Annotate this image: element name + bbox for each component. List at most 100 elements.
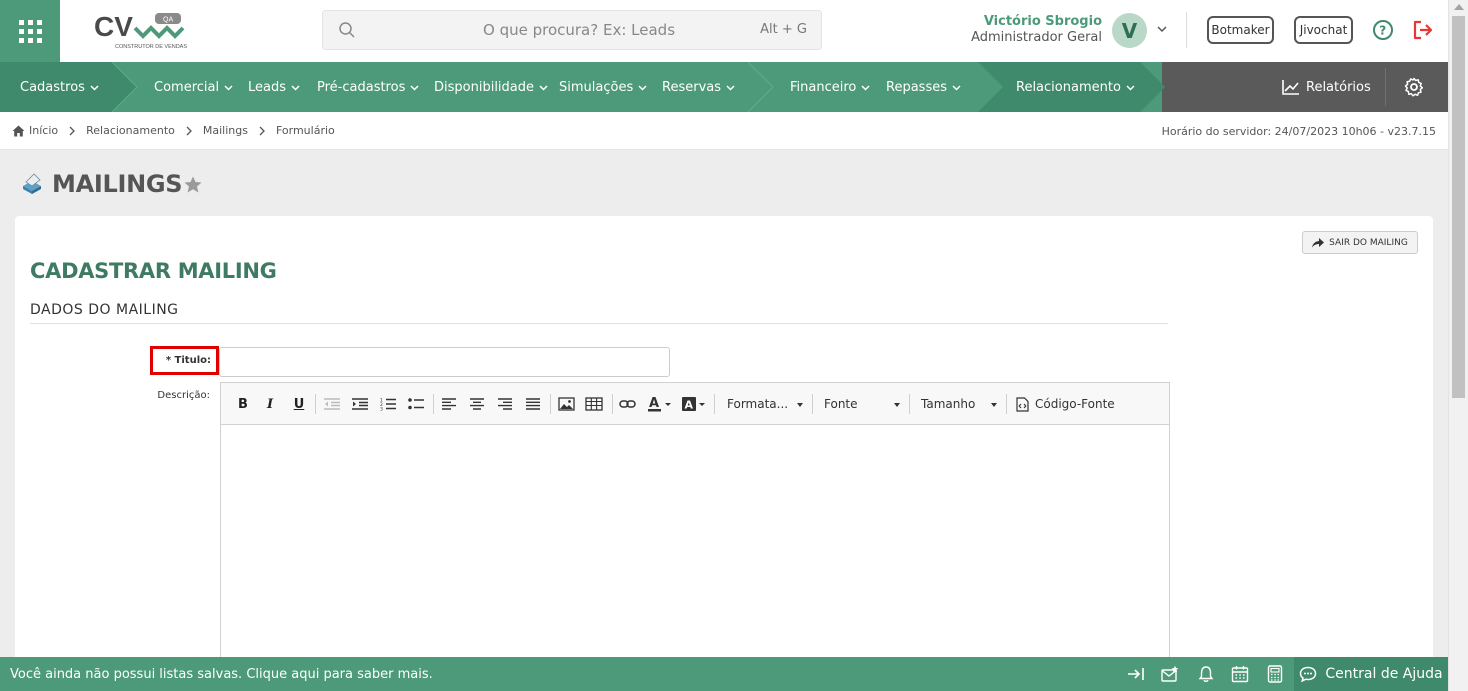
svg-text:3: 3 [380,407,383,413]
link-icon[interactable] [619,394,636,414]
chevron-down-icon [861,84,870,91]
format-dropdown[interactable]: Formata... [727,394,807,414]
chevron-down-icon[interactable] [1155,22,1169,36]
cv-logo[interactable]: CV QA CONSTRUTOR DE VENDAS [93,10,188,52]
nav-item-reservas[interactable]: Reservas [662,62,735,112]
font-dropdown[interactable]: Fonte [824,394,904,414]
svg-text:?: ? [1379,24,1386,38]
nav-item-relacionamento[interactable]: Relacionamento [1016,62,1135,112]
saved-lists-message[interactable]: Você ainda não possui listas salvas. Cli… [10,667,433,682]
bold-button[interactable]: B [235,394,251,414]
gear-icon[interactable] [1404,77,1424,97]
exit-mailing-button[interactable]: SAIR DO MAILING [1302,231,1418,254]
grid-icon [18,19,42,43]
apps-menu-button[interactable] [0,0,60,62]
chat-icon [1300,666,1317,682]
underline-button[interactable]: U [291,394,307,414]
search-shortcut: Alt + G [760,22,807,37]
divider [315,394,316,414]
nav-item-disponibilidade[interactable]: Disponibilidade [434,62,548,112]
divider [1186,12,1187,48]
breadcrumb-mailings[interactable]: Mailings [203,124,248,137]
italic-button[interactable]: I [263,394,277,414]
breadcrumb-formulario: Formulário [275,124,335,137]
section-title: DADOS DO MAILING [30,302,179,318]
indent-icon[interactable] [351,394,369,414]
page-scrollbar[interactable] [1448,0,1468,691]
svg-text:CONSTRUTOR DE VENDAS: CONSTRUTOR DE VENDAS [115,44,187,50]
calculator-icon[interactable] [1266,665,1284,683]
global-search[interactable]: O que procura? Ex: Leads Alt + G [322,10,822,50]
align-left-icon[interactable] [441,394,457,414]
form-title: CADASTRAR MAILING [30,259,277,283]
page-title: MAILINGS [52,170,183,198]
nav-item-pre-cadastros[interactable]: Pré-cadastros [317,62,419,112]
search-placeholder: O que procura? Ex: Leads [483,21,676,39]
chevron-down-icon [224,84,233,91]
outdent-icon[interactable] [323,394,341,414]
botmaker-button[interactable]: Botmaker [1207,16,1274,44]
source-code-button[interactable]: Código-Fonte [1016,394,1115,414]
background-color-button[interactable]: A [681,394,707,414]
image-icon[interactable] [558,394,575,414]
chevron-down-icon [539,84,548,91]
divider [30,323,1168,324]
description-editor: B I U 1 2 3 A A Formata... Fonte Tamanho… [220,382,1170,672]
bell-icon[interactable] [1197,665,1215,683]
size-dropdown[interactable]: Tamanho [921,394,1001,414]
chevron-right-icon [259,126,265,135]
divider [1385,68,1386,106]
scroll-thumb[interactable] [1452,16,1465,398]
home-icon[interactable] [12,125,25,137]
nav-item-comercial[interactable]: Comercial [154,62,233,112]
mail-star-icon[interactable] [1161,665,1179,683]
divider [714,394,715,414]
breadcrumb: Início Relacionamento Mailings Formulári… [12,124,335,137]
text-color-button[interactable]: A [647,394,673,414]
breadcrumb-bar: Início Relacionamento Mailings Formulári… [0,112,1448,150]
help-icon[interactable]: ? [1372,19,1394,41]
jivochat-button[interactable]: Jivochat [1294,16,1353,44]
divider [612,394,613,414]
svg-text:QA: QA [163,17,173,24]
collapse-right-icon[interactable] [1127,665,1145,683]
editor-toolbar: B I U 1 2 3 A A Formata... Fonte Tamanho… [221,383,1169,425]
nav-item-financeiro[interactable]: Financeiro [790,62,870,112]
logout-icon[interactable] [1411,18,1435,42]
user-role: Administrador Geral [971,30,1102,45]
background-color-icon: A [682,397,705,412]
help-center-button[interactable]: Central de Ajuda [1294,657,1448,691]
editor-content-area[interactable] [221,426,1169,671]
share-arrow-icon [1312,237,1325,247]
nav-item-repasses[interactable]: Repasses [886,62,961,112]
table-icon[interactable] [585,394,603,414]
divider [1006,394,1007,414]
svg-text:CV: CV [94,11,133,42]
divider [550,394,551,414]
star-icon[interactable] [183,175,203,195]
source-code-icon [1016,396,1029,412]
reports-button[interactable]: Relatórios [1282,62,1371,112]
calendar-icon[interactable] [1231,665,1249,683]
breadcrumb-home[interactable]: Início [29,124,58,137]
align-right-icon[interactable] [497,394,513,414]
nav-item-simulacoes[interactable]: Simulações [559,62,647,112]
top-header: CV QA CONSTRUTOR DE VENDAS O que procura… [0,0,1448,62]
line-chart-icon [1282,80,1299,95]
user-name[interactable]: Victório Sbrogio [984,14,1102,29]
caret-down-icon [894,403,900,407]
scroll-up-arrow[interactable] [1454,4,1464,10]
bullet-list-icon[interactable] [407,394,425,414]
chevron-right-icon [69,126,76,135]
text-color-icon: A [648,396,671,412]
chevron-down-icon [726,84,735,91]
avatar[interactable]: V [1112,13,1147,48]
nav-item-leads[interactable]: Leads [248,62,300,112]
align-center-icon[interactable] [469,394,485,414]
title-input[interactable] [219,347,670,377]
ordered-list-icon[interactable]: 1 2 3 [379,394,397,414]
chevron-down-icon [90,84,99,91]
align-justify-icon[interactable] [525,394,541,414]
nav-item-cadastros[interactable]: Cadastros [20,62,99,112]
breadcrumb-relacionamento[interactable]: Relacionamento [86,124,175,137]
